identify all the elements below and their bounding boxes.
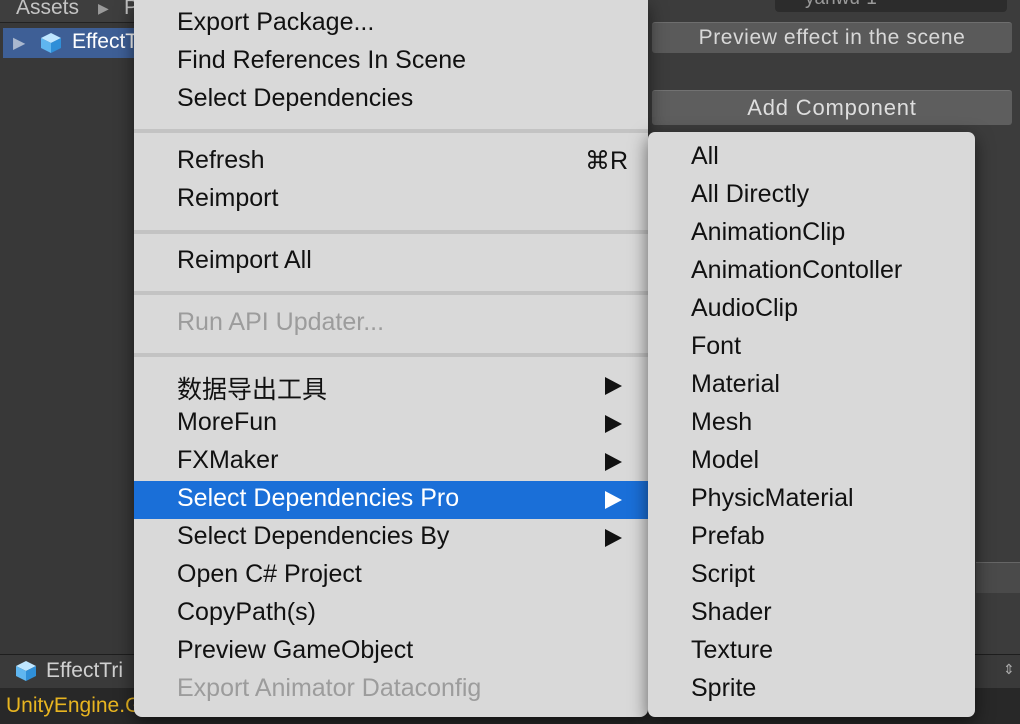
menu-item-label: Select Dependencies By xyxy=(177,522,450,550)
add-component-button[interactable]: Add Component xyxy=(652,90,1012,125)
menu-item-export-package[interactable]: Export Package... xyxy=(134,5,648,43)
submenu-item-all[interactable]: All xyxy=(648,139,975,177)
menu-item-data-export-tools[interactable]: 数据导出工具 xyxy=(134,367,648,405)
context-menu: Export Package... Find References In Sce… xyxy=(134,0,648,717)
project-panel: Assets ▶ P ▶ EffectT xyxy=(0,0,138,687)
submenu-arrow-icon xyxy=(605,491,622,509)
submenu-item-prefab[interactable]: Prefab xyxy=(648,519,975,557)
submenu-item-label: AnimationContoller xyxy=(691,256,903,284)
expand-arrow-icon[interactable]: ▶ xyxy=(13,33,25,53)
submenu-item-label: Sprite xyxy=(691,674,757,702)
submenu-item-label: Prefab xyxy=(691,522,765,550)
submenu-item-label: Shader xyxy=(691,598,772,626)
preview-effect-button[interactable]: Preview effect in the scene xyxy=(652,22,1012,53)
menu-item-find-references[interactable]: Find References In Scene xyxy=(134,43,648,81)
submenu-item-texture[interactable]: Texture xyxy=(648,633,975,671)
inspector-top-field[interactable]: yanwu-1 xyxy=(775,0,1007,12)
menu-item-reimport-all[interactable]: Reimport All xyxy=(134,243,648,281)
submenu-item-label: PhysicMaterial xyxy=(691,484,854,512)
menu-item-label: CopyPath(s) xyxy=(177,598,316,626)
menu-item-label: Select Dependencies Pro xyxy=(177,484,460,512)
submenu-item-all-directly[interactable]: All Directly xyxy=(648,177,975,215)
inspector-strip xyxy=(976,562,1020,593)
submenu-item-mesh[interactable]: Mesh xyxy=(648,405,975,443)
menu-separator xyxy=(134,291,648,295)
menu-separator xyxy=(134,353,648,357)
submenu-item-audioclip[interactable]: AudioClip xyxy=(648,291,975,329)
menu-item-export-animator-dataconfig: Export Animator Dataconfig xyxy=(134,671,648,709)
menu-item-label: 数据导出工具 xyxy=(177,376,328,404)
menu-item-label: Open C# Project xyxy=(177,560,362,588)
menu-item-fxmaker[interactable]: FXMaker xyxy=(134,443,648,481)
menu-item-shortcut: ⌘R xyxy=(584,147,628,175)
project-breadcrumb: Assets ▶ P xyxy=(0,0,138,23)
menu-item-label: Export Package... xyxy=(177,8,375,36)
menu-item-select-dependencies[interactable]: Select Dependencies xyxy=(134,81,648,119)
submenu-arrow-icon xyxy=(605,377,622,395)
menu-item-reimport[interactable]: Reimport xyxy=(134,181,648,219)
menu-item-label: Reimport xyxy=(177,184,279,212)
menu-item-select-dependencies-pro[interactable]: Select Dependencies Pro xyxy=(134,481,648,519)
submenu-item-material[interactable]: Material xyxy=(648,367,975,405)
menu-item-label: FXMaker xyxy=(177,446,279,474)
bottom-asset-label: EffectTri xyxy=(46,659,124,682)
submenu-item-label: Mesh xyxy=(691,408,753,436)
menu-separator xyxy=(134,230,648,234)
breadcrumb-separator-icon: ▶ xyxy=(98,0,109,16)
submenu-item-label: Model xyxy=(691,446,760,474)
submenu-item-physicmaterial[interactable]: PhysicMaterial xyxy=(648,481,975,519)
menu-item-label: Reimport All xyxy=(177,246,312,274)
submenu-item-label: AnimationClip xyxy=(691,218,846,246)
menu-item-morefun[interactable]: MoreFun xyxy=(134,405,648,443)
menu-item-label: Select Dependencies xyxy=(177,84,414,112)
menu-item-label: Preview GameObject xyxy=(177,636,414,664)
dependencies-submenu: All All Directly AnimationClip Animation… xyxy=(648,132,975,717)
submenu-item-font[interactable]: Font xyxy=(648,329,975,367)
menu-item-run-api-updater: Run API Updater... xyxy=(134,305,648,343)
submenu-arrow-icon xyxy=(605,529,622,547)
submenu-item-sprite[interactable]: Sprite xyxy=(648,671,975,709)
submenu-arrow-icon xyxy=(605,453,622,471)
submenu-item-label: Script xyxy=(691,560,755,588)
submenu-item-label: AudioClip xyxy=(691,294,799,322)
menu-item-label: Run API Updater... xyxy=(177,308,385,336)
submenu-arrow-icon xyxy=(605,415,622,433)
submenu-item-label: All xyxy=(691,142,719,170)
menu-separator xyxy=(134,129,648,133)
selected-asset-label: EffectT xyxy=(72,30,139,53)
menu-item-label: MoreFun xyxy=(177,408,278,436)
submenu-item-label: Font xyxy=(691,332,742,360)
prefab-cube-icon xyxy=(16,661,36,681)
submenu-item-animationclip[interactable]: AnimationClip xyxy=(648,215,975,253)
submenu-item-label: Texture xyxy=(691,636,773,664)
menu-item-refresh[interactable]: Refresh ⌘R xyxy=(134,143,648,181)
menu-item-label: Find References In Scene xyxy=(177,46,467,74)
menu-item-open-csharp-project[interactable]: Open C# Project xyxy=(134,557,648,595)
menu-item-preview-gameobject[interactable]: Preview GameObject xyxy=(134,633,648,671)
submenu-item-animationcontoller[interactable]: AnimationContoller xyxy=(648,253,975,291)
submenu-item-label: All Directly xyxy=(691,180,810,208)
submenu-item-shader[interactable]: Shader xyxy=(648,595,975,633)
menu-item-label: Refresh xyxy=(177,146,265,174)
stepper-icon[interactable]: ⇕ xyxy=(1003,661,1015,678)
prefab-cube-icon xyxy=(41,33,61,53)
menu-item-select-dependencies-by[interactable]: Select Dependencies By xyxy=(134,519,648,557)
submenu-item-label: Material xyxy=(691,370,780,398)
menu-item-copy-paths[interactable]: CopyPath(s) xyxy=(134,595,648,633)
submenu-item-model[interactable]: Model xyxy=(648,443,975,481)
menu-item-label: Export Animator Dataconfig xyxy=(177,674,482,702)
top-field-label: yanwu-1 xyxy=(805,0,877,10)
selected-asset-row[interactable]: ▶ EffectT xyxy=(3,28,138,58)
breadcrumb-assets[interactable]: Assets xyxy=(16,0,79,20)
submenu-item-script[interactable]: Script xyxy=(648,557,975,595)
